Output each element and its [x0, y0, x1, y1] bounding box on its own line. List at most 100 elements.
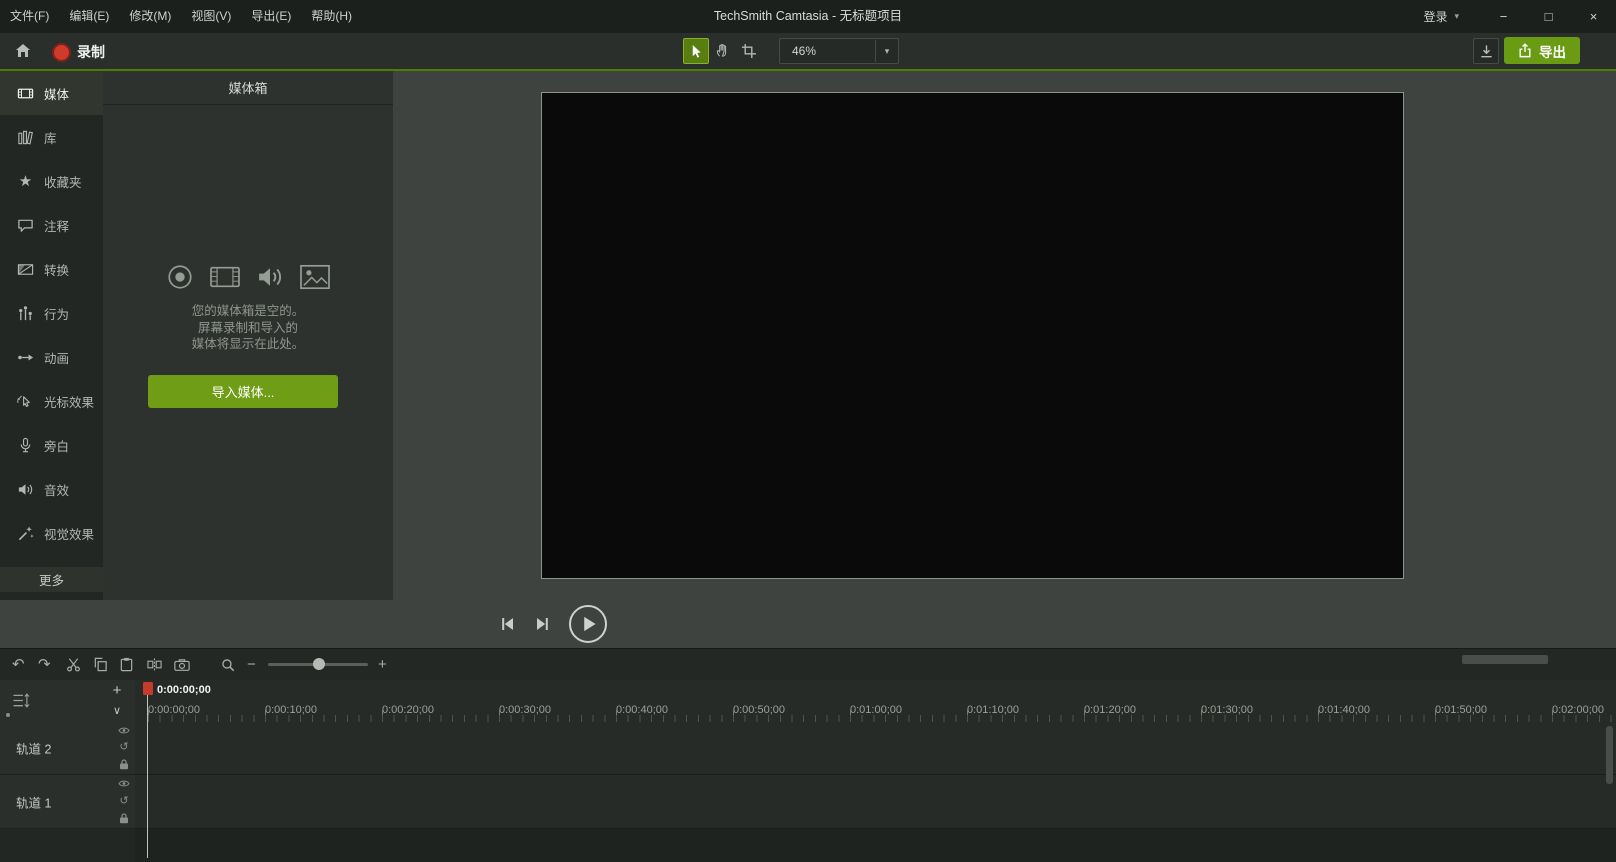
zoom-in-button[interactable]: + — [378, 656, 387, 674]
crop-tool-button[interactable] — [736, 38, 760, 62]
maximize-button[interactable]: □ — [1526, 0, 1571, 33]
previous-frame-button[interactable] — [497, 614, 517, 634]
timeline-vertical-scrollbar[interactable] — [1606, 726, 1613, 784]
cursor-arrow-icon — [689, 44, 704, 59]
add-track-button[interactable]: + — [104, 680, 130, 700]
sidebar-item-label: 注释 — [44, 216, 69, 235]
camtasia-window: 文件(F) 编辑(E) 修改(M) 视图(V) 导出(E) 帮助(H) Tech… — [0, 0, 1616, 862]
menu-export[interactable]: 导出(E) — [241, 0, 301, 33]
loop-icon[interactable]: ↺ — [119, 796, 128, 806]
empty-state-text: 您的媒体箱是空的。 屏幕录制和导入的 媒体将显示在此处。 — [103, 303, 393, 353]
playhead-marker[interactable] — [143, 682, 153, 695]
sidebar-item-cursor-effects[interactable]: 光标效果 — [0, 379, 103, 423]
menu-edit[interactable]: 编辑(E) — [59, 0, 119, 33]
menu-modify[interactable]: 修改(M) — [119, 0, 181, 33]
media-bin-panel: 媒体箱 您的媒体箱是空的。 屏幕录制和导入的 媒体将显示在此处。 导入媒体... — [103, 71, 394, 600]
import-media-button[interactable]: 导入媒体... — [148, 375, 338, 408]
sidebar-item-annotations[interactable]: 注释 — [0, 203, 103, 247]
track-height-icon — [12, 693, 30, 708]
record-icon[interactable] — [52, 43, 71, 62]
sidebar-item-label: 音效 — [44, 480, 69, 499]
eye-icon[interactable] — [118, 726, 130, 735]
download-button[interactable] — [1473, 38, 1499, 64]
minimize-button[interactable]: − — [1481, 0, 1526, 33]
undo-button[interactable]: ↶ — [12, 656, 25, 674]
lock-icon[interactable] — [119, 813, 129, 824]
timeline-zoom-slider-handle[interactable] — [313, 658, 325, 670]
playhead-line[interactable] — [147, 694, 148, 858]
track-2-lane[interactable] — [135, 722, 1616, 775]
pan-tool-button[interactable] — [710, 38, 734, 62]
sidebar-item-audio-effects[interactable]: 音效 — [0, 467, 103, 511]
menu-file[interactable]: 文件(F) — [0, 0, 59, 33]
sidebar-item-favorites[interactable]: ★ 收藏夹 — [0, 159, 103, 203]
next-frame-button[interactable] — [533, 614, 553, 634]
menubar: 文件(F) 编辑(E) 修改(M) 视图(V) 导出(E) 帮助(H) Tech… — [0, 0, 1616, 33]
copy-button[interactable] — [93, 657, 108, 672]
playhead-time-label: 0:00:00;00 — [157, 684, 211, 696]
speaker-icon — [17, 481, 34, 498]
play-icon — [571, 607, 605, 641]
sidebar-item-label: 库 — [44, 128, 57, 147]
cut-button[interactable] — [66, 657, 81, 672]
track-controls: ↺ — [118, 726, 130, 770]
track-label[interactable]: 轨道 1 — [16, 792, 51, 811]
media-bin-tab[interactable]: 媒体箱 — [103, 71, 393, 105]
zoom-out-button[interactable]: − — [247, 656, 256, 674]
sidebar-item-label: 转换 — [44, 260, 69, 279]
track-header-2[interactable]: 轨道 2 ↺ — [0, 722, 135, 775]
clipboard-icon — [119, 657, 134, 672]
speech-bubble-icon — [17, 217, 34, 234]
marker-camera-button[interactable] — [174, 658, 190, 672]
signin-label: 登录 — [1423, 8, 1447, 25]
timeline-horizontal-scrollbar[interactable] — [1462, 655, 1548, 664]
next-frame-icon — [533, 614, 553, 634]
sidebar-item-library[interactable]: 库 — [0, 115, 103, 159]
empty-line-1: 您的媒体箱是空的。 — [103, 303, 393, 320]
sidebar-more-button[interactable]: 更多 — [0, 567, 103, 592]
redo-button[interactable]: ↷ — [38, 656, 51, 674]
track-height-adjust-button[interactable] — [12, 693, 30, 708]
signin-button[interactable]: 登录 ▾ — [1401, 0, 1481, 33]
camera-icon — [174, 658, 190, 672]
sidebar-item-visual-effects[interactable]: 视觉效果 — [0, 511, 103, 555]
export-button[interactable]: 导出 — [1504, 37, 1580, 64]
export-label: 导出 — [1539, 41, 1566, 61]
copy-icon — [93, 657, 108, 672]
paste-button[interactable] — [119, 657, 134, 672]
track-header-1[interactable]: 轨道 1 ↺ — [0, 775, 135, 829]
close-button[interactable]: × — [1571, 0, 1616, 33]
menu-help[interactable]: 帮助(H) — [301, 0, 362, 33]
cursor-effects-icon — [17, 393, 34, 410]
sidebar-item-label: 媒体 — [44, 84, 69, 103]
collapse-tracks-button[interactable]: ∨ — [104, 700, 130, 720]
sidebar-item-transitions[interactable]: 转换 — [0, 247, 103, 291]
home-button[interactable] — [14, 42, 32, 60]
menu-view[interactable]: 视图(V) — [181, 0, 241, 33]
track-1-lane[interactable] — [135, 775, 1616, 829]
timeline-zoom-button[interactable] — [221, 658, 235, 672]
filmstrip-icon — [17, 85, 34, 102]
menubar-right: 登录 ▾ − □ × — [1401, 0, 1616, 33]
sidebar-item-animations[interactable]: 动画 — [0, 335, 103, 379]
play-button[interactable] — [569, 605, 607, 643]
track-label[interactable]: 轨道 2 — [16, 739, 51, 758]
eye-icon[interactable] — [118, 779, 130, 788]
split-button[interactable] — [147, 657, 162, 672]
lock-icon[interactable] — [119, 759, 129, 770]
main-toolbar: 录制 46% ▾ 导出 — [0, 33, 1616, 71]
timeline-ruler[interactable]: 0:00:00;00 0:00:10;00 0:00:20;00 0:00:30… — [135, 680, 1616, 723]
record-button[interactable]: 录制 — [77, 42, 105, 62]
sidebar-item-media[interactable]: 媒体 — [0, 71, 103, 115]
sidebar-item-behaviors[interactable]: 行为 — [0, 291, 103, 335]
split-icon — [147, 657, 162, 672]
track-headers: 轨道 2 ↺ 轨道 1 ↺ — [0, 722, 136, 862]
timeline-toolbar: ↶ ↷ − + — [0, 648, 1616, 681]
canvas-zoom-dropdown[interactable]: 46% ▾ — [779, 38, 899, 64]
loop-icon[interactable]: ↺ — [119, 742, 128, 752]
select-tool-button[interactable] — [683, 38, 709, 64]
magnifier-icon — [221, 658, 235, 672]
canvas-stage[interactable] — [541, 92, 1404, 579]
filmstrip-icon — [209, 263, 241, 291]
sidebar-item-voice-narration[interactable]: 旁白 — [0, 423, 103, 467]
